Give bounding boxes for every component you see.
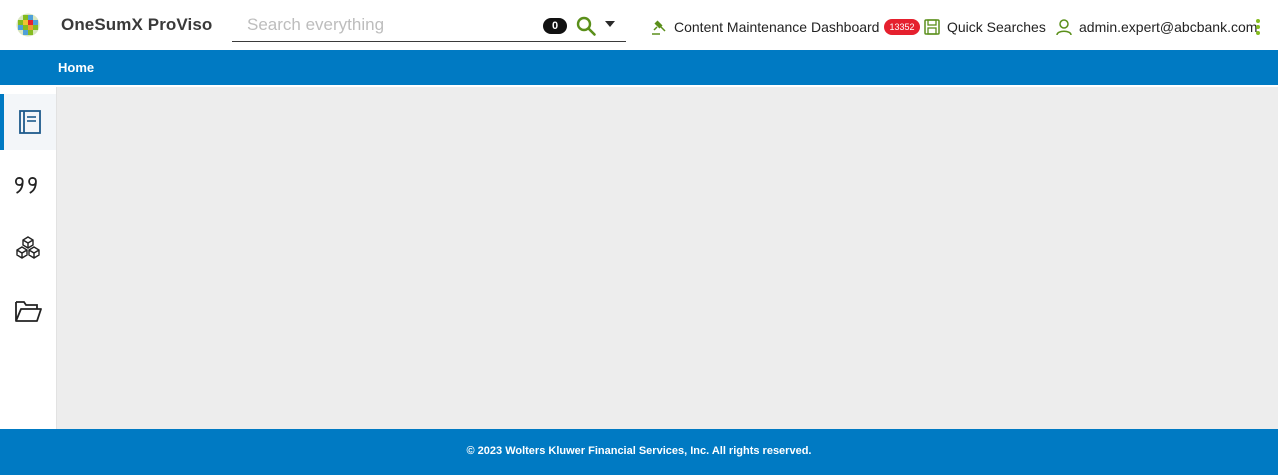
breadcrumb: Home <box>0 50 1278 85</box>
top-header: OneSumX ProViso 0 Content Maintenance Da… <box>0 0 1278 50</box>
quick-searches-link[interactable]: Quick Searches <box>923 18 1046 36</box>
sidebar-item-documents[interactable] <box>0 94 56 150</box>
sidebar-item-components[interactable] <box>0 220 56 276</box>
folder-open-icon <box>15 301 42 322</box>
quote-icon <box>14 177 37 194</box>
copyright-text: © 2023 Wolters Kluwer Financial Services… <box>466 445 812 457</box>
gavel-icon <box>652 20 666 35</box>
search-input[interactable] <box>232 9 532 41</box>
wolters-kluwer-logo-icon[interactable] <box>16 13 40 37</box>
document-icon <box>19 110 41 134</box>
dashboard-count-badge: 13352 <box>884 19 920 35</box>
save-disk-icon <box>924 19 940 35</box>
content-maintenance-dashboard-link[interactable]: Content Maintenance Dashboard 13352 <box>650 18 920 36</box>
user-icon <box>1056 19 1072 36</box>
app-title: OneSumX ProViso <box>61 15 213 34</box>
quick-searches-label: Quick Searches <box>947 19 1046 35</box>
sidebar <box>0 87 57 429</box>
cubes-icon <box>16 236 40 259</box>
sidebar-item-folders[interactable] <box>0 283 56 339</box>
search-icon[interactable] <box>575 15 597 37</box>
content-maintenance-dashboard-label: Content Maintenance Dashboard <box>674 19 880 35</box>
footer: © 2023 Wolters Kluwer Financial Services… <box>0 429 1278 475</box>
search-result-count: 0 <box>543 18 567 34</box>
kebab-menu-icon[interactable] <box>1254 19 1262 37</box>
breadcrumb-home[interactable]: Home <box>58 60 94 75</box>
user-account-menu[interactable]: admin.expert@abcbank.com <box>1055 18 1257 36</box>
user-email-label: admin.expert@abcbank.com <box>1079 19 1258 35</box>
caret-down-icon[interactable] <box>603 17 617 31</box>
global-search: 0 <box>232 9 626 42</box>
sidebar-item-quotes[interactable] <box>0 157 56 213</box>
main-content-area <box>57 87 1278 429</box>
